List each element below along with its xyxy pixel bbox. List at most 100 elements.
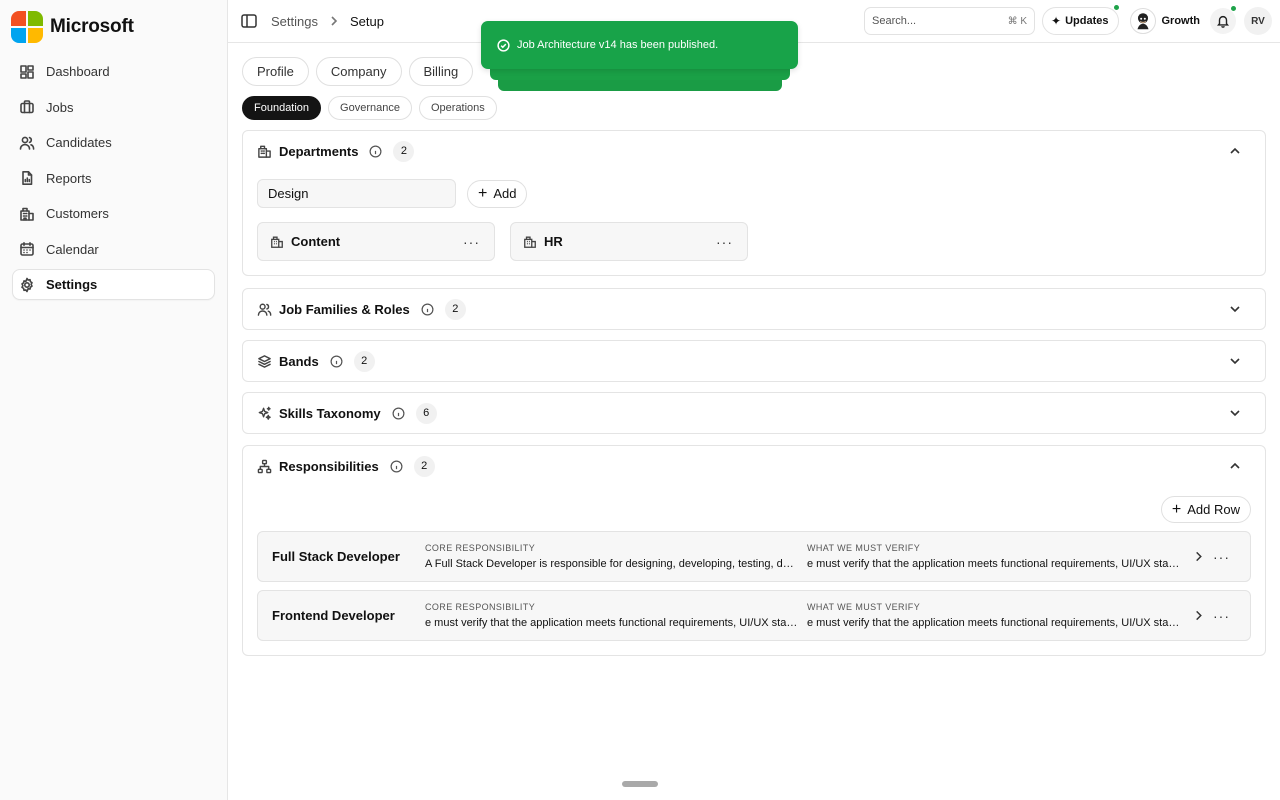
- responsibilities-body: + Add Row Full Stack Developer CORE RESP…: [243, 496, 1265, 655]
- department-list: Content ··· HR ···: [257, 222, 1251, 261]
- department-card-hr[interactable]: HR ···: [510, 222, 748, 261]
- bands-header[interactable]: Bands 2: [243, 341, 1265, 381]
- sidebar-item-customers[interactable]: Customers: [12, 198, 215, 229]
- more-options-icon[interactable]: ···: [716, 234, 733, 250]
- building-icon: [524, 236, 536, 248]
- departments-header[interactable]: Departments 2: [243, 131, 1265, 171]
- count-badge: 2: [444, 298, 466, 320]
- responsibilities-header[interactable]: Responsibilities 2: [243, 446, 1265, 486]
- subtab-governance[interactable]: Governance: [328, 96, 412, 120]
- microsoft-logo-icon: [11, 11, 43, 43]
- table-row[interactable]: Frontend Developer CORE RESPONSIBILITY e…: [257, 590, 1251, 641]
- tab-company[interactable]: Company: [315, 57, 402, 86]
- notification-status-dot: [1230, 5, 1237, 12]
- sidebar-item-label: Reports: [46, 170, 92, 186]
- dashboard-icon: [20, 64, 34, 79]
- user-avatar[interactable]: RV: [1244, 7, 1272, 35]
- chevron-right-icon[interactable]: [1193, 551, 1204, 562]
- info-icon[interactable]: [392, 407, 405, 420]
- report-icon: [22, 171, 33, 185]
- more-options-icon[interactable]: ···: [1213, 549, 1230, 565]
- workspace-label: Growth: [1161, 15, 1201, 27]
- section-title: Responsibilities: [279, 458, 379, 474]
- subtab-operations[interactable]: Operations: [418, 96, 497, 120]
- brand-name: Microsoft: [50, 16, 134, 37]
- sidebar-item-label: Dashboard: [46, 64, 110, 79]
- departments-body: + Add Content ··· HR ···: [243, 179, 1265, 275]
- add-row-button[interactable]: + Add Row: [1160, 496, 1251, 523]
- sidebar-toggle-icon[interactable]: [240, 12, 258, 30]
- verify-text: e must verify that the application meets…: [807, 558, 1181, 570]
- scroll-handle[interactable]: [622, 781, 658, 787]
- count-badge: 6: [415, 402, 437, 424]
- role-name: Full Stack Developer: [272, 549, 400, 564]
- sidebar-item-settings[interactable]: Settings: [12, 269, 215, 300]
- chevron-up-icon[interactable]: [1229, 145, 1241, 157]
- verify-cell: WHAT WE MUST VERIFY e must verify that t…: [807, 602, 1181, 629]
- workspace-switcher[interactable]: Growth: [1129, 8, 1201, 34]
- layers-icon: [258, 354, 271, 368]
- column-label: WHAT WE MUST VERIFY: [807, 602, 921, 612]
- search-placeholder: Search...: [872, 15, 917, 27]
- chevron-down-icon[interactable]: [1229, 355, 1241, 367]
- building-icon: [258, 145, 271, 158]
- info-icon[interactable]: [390, 460, 403, 473]
- sparkles-icon: [258, 406, 271, 420]
- department-card-content[interactable]: Content ···: [257, 222, 495, 261]
- add-department-button[interactable]: + Add: [467, 179, 528, 208]
- sparkle-icon: ✦: [1051, 14, 1062, 28]
- sidebar-item-reports[interactable]: Reports: [12, 163, 215, 194]
- responsibilities-section: Responsibilities 2 + Add Row Full Stack …: [242, 445, 1266, 656]
- department-name: Content: [291, 234, 341, 249]
- department-name-input[interactable]: [257, 179, 456, 208]
- count-badge: 2: [393, 140, 415, 162]
- bands-section: Bands 2: [242, 340, 1266, 382]
- job-families-header[interactable]: Job Families & Roles 2: [243, 289, 1265, 329]
- building-icon: [271, 236, 283, 248]
- departments-section: Departments 2 + Add Content ···: [242, 130, 1266, 276]
- tab-billing[interactable]: Billing: [408, 57, 474, 86]
- chevron-down-icon[interactable]: [1229, 303, 1241, 315]
- search-input[interactable]: Search... ⌘ K: [864, 7, 1036, 35]
- updates-button[interactable]: ✦ Updates: [1042, 4, 1120, 35]
- breadcrumb-settings[interactable]: Settings: [271, 14, 318, 29]
- sidebar-item-dashboard[interactable]: Dashboard: [12, 56, 215, 87]
- column-label: CORE RESPONSIBILITY: [425, 543, 536, 553]
- hierarchy-icon: [257, 459, 272, 473]
- skills-section: Skills Taxonomy 6: [242, 392, 1266, 434]
- chevron-down-icon[interactable]: [1229, 407, 1241, 419]
- section-title: Skills Taxonomy: [279, 405, 381, 421]
- sidebar-item-label: Settings: [46, 277, 98, 292]
- success-toast[interactable]: Job Architecture v14 has been published.: [481, 21, 798, 69]
- core-responsibility-text: A Full Stack Developer is responsible fo…: [425, 558, 799, 570]
- sidebar-item-candidates[interactable]: Candidates: [12, 127, 215, 158]
- info-icon[interactable]: [330, 355, 343, 368]
- tab-profile[interactable]: Profile: [242, 57, 309, 86]
- more-options-icon[interactable]: ···: [1213, 608, 1230, 624]
- section-title: Bands: [279, 353, 319, 369]
- sidebar-item-label: Candidates: [46, 135, 112, 150]
- table-row[interactable]: Full Stack Developer CORE RESPONSIBILITY…: [257, 531, 1251, 582]
- info-icon[interactable]: [421, 303, 434, 316]
- sidebar-item-calendar[interactable]: Calendar: [12, 234, 215, 265]
- chevron-right-icon[interactable]: [1193, 610, 1204, 621]
- notifications-button[interactable]: [1210, 5, 1237, 34]
- brand[interactable]: Microsoft: [0, 0, 227, 54]
- calendar-icon: [20, 242, 34, 256]
- add-department-row: + Add: [257, 179, 1251, 208]
- sidebar-item-label: Calendar: [46, 241, 99, 257]
- updates-label: Updates: [1065, 15, 1109, 27]
- core-responsibility-cell: CORE RESPONSIBILITY A Full Stack Develop…: [425, 543, 799, 570]
- more-options-icon[interactable]: ···: [463, 234, 480, 250]
- subtab-foundation[interactable]: Foundation: [242, 96, 322, 120]
- job-families-section: Job Families & Roles 2: [242, 288, 1266, 330]
- main-content: Profile Company Billing Foundation Gover…: [242, 57, 1266, 656]
- skills-header[interactable]: Skills Taxonomy 6: [243, 393, 1265, 433]
- department-name: HR: [544, 234, 563, 249]
- count-badge: 2: [413, 455, 435, 477]
- sidebar-item-jobs[interactable]: Jobs: [12, 92, 215, 123]
- section-title: Job Families & Roles: [279, 301, 410, 317]
- updates-status-dot: [1112, 4, 1120, 11]
- info-icon[interactable]: [369, 145, 382, 158]
- chevron-up-icon[interactable]: [1229, 460, 1241, 472]
